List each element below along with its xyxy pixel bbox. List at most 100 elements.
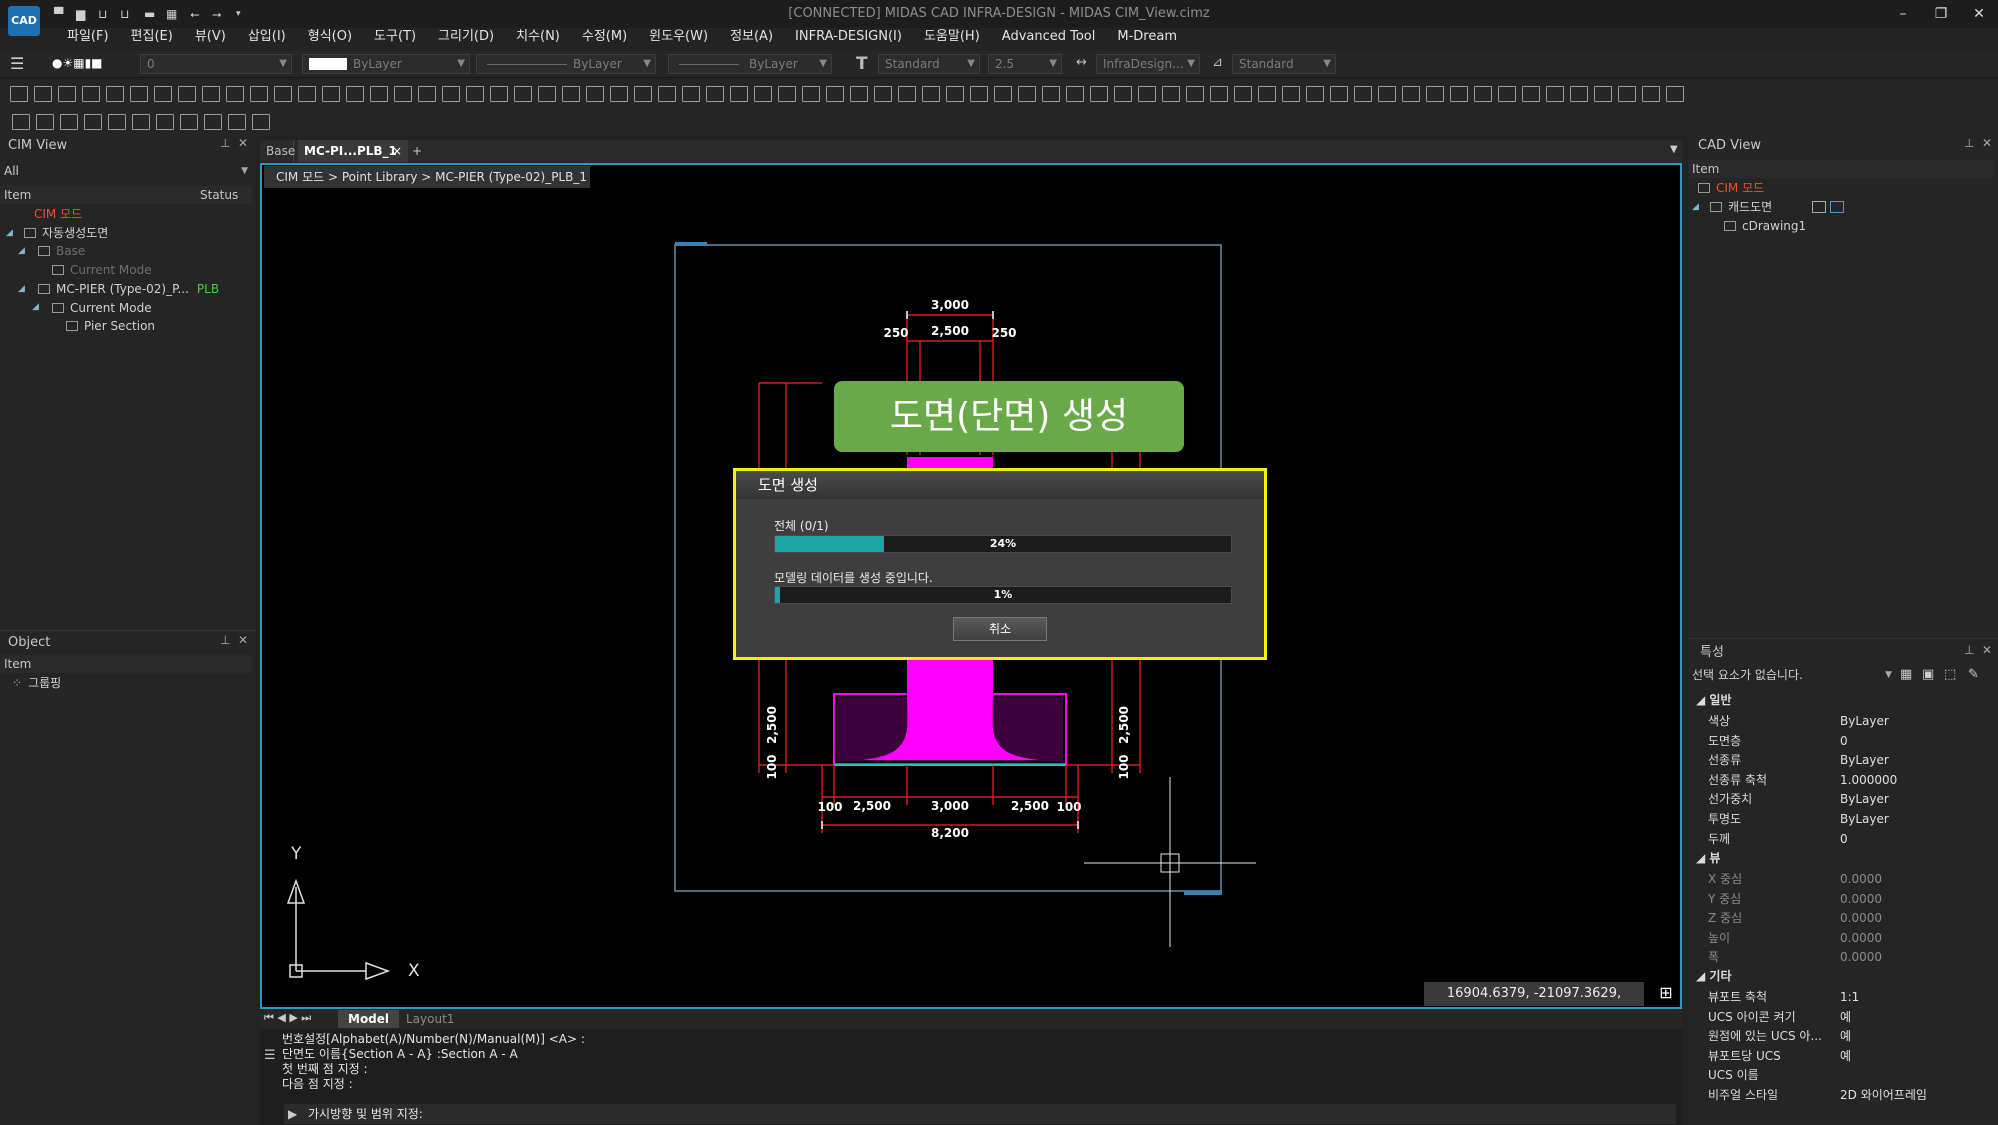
pin-icon[interactable]: ⊥	[220, 633, 230, 647]
property-row[interactable]: 선종류 축척 1.000000	[1688, 770, 1988, 790]
menu-edit[interactable]: 편집(E)	[120, 28, 184, 50]
property-row[interactable]: 도면층 0	[1688, 731, 1988, 751]
toolbar-command-icon[interactable]	[1498, 86, 1516, 102]
section-view[interactable]: ◢ 뷰	[1696, 849, 1720, 866]
toolbar-command-icon[interactable]	[1330, 86, 1348, 102]
tree-item-current-mode[interactable]: Current Mode	[52, 300, 152, 316]
menu-draw[interactable]: 그리기(D)	[427, 28, 505, 50]
property-row[interactable]: Z 중심 0.0000	[1688, 908, 1988, 928]
menu-modify[interactable]: 수정(M)	[571, 28, 638, 50]
toolbar-command-icon[interactable]	[946, 86, 964, 102]
menu-file[interactable]: 파일(F)	[56, 28, 120, 50]
object-item-grouping[interactable]: ⁘ 그룹핑	[12, 675, 61, 691]
pin-icon[interactable]: ⊥	[220, 136, 230, 150]
toolbar-command-icon[interactable]	[1522, 86, 1540, 102]
toolbar-command-icon[interactable]	[1474, 86, 1492, 102]
cad-tree-item-cim-mode[interactable]: CIM 모드	[1698, 180, 1764, 196]
toolbar-draw-icon[interactable]	[132, 114, 150, 130]
toolbar-command-icon[interactable]	[154, 86, 172, 102]
toolbar-command-icon[interactable]	[1042, 86, 1060, 102]
toolbar-command-icon[interactable]	[58, 86, 76, 102]
property-row[interactable]: 선종류 ByLayer	[1688, 750, 1988, 770]
cad-tree-item-cdrawing1[interactable]: cDrawing1	[1724, 218, 1806, 234]
toolbar-command-icon[interactable]	[1066, 86, 1084, 102]
close-icon[interactable]: ✕	[238, 633, 248, 647]
toolbar-command-icon[interactable]	[1666, 86, 1684, 102]
toolbar-command-icon[interactable]	[1234, 86, 1252, 102]
toolbar-command-icon[interactable]	[1570, 86, 1588, 102]
toolbar-command-icon[interactable]	[1354, 86, 1372, 102]
toolbar-command-icon[interactable]	[1114, 86, 1132, 102]
toolbar-command-icon[interactable]	[658, 86, 676, 102]
toolbar-command-icon[interactable]	[250, 86, 268, 102]
match-properties-icon[interactable]: ✎	[1968, 667, 1979, 682]
menu-window[interactable]: 윈도우(W)	[638, 28, 719, 50]
property-row[interactable]: 색상 ByLayer	[1688, 711, 1988, 731]
toolbar-command-icon[interactable]	[178, 86, 196, 102]
tab-list-chevron-icon[interactable]: ▼	[1670, 144, 1678, 155]
toolbar-command-icon[interactable]	[202, 86, 220, 102]
toolbar-command-icon[interactable]	[586, 86, 604, 102]
menu-help[interactable]: 도움말(H)	[913, 28, 991, 50]
tab-mc-pier[interactable]: MC-PI...PLB_1 ×	[298, 140, 408, 162]
toolbar-command-icon[interactable]	[1402, 86, 1420, 102]
property-row[interactable]: 원점에 있는 UCS 아... 예	[1688, 1026, 1988, 1046]
color-combo[interactable]: ByLayer ▼	[302, 54, 470, 74]
toolbar-command-icon[interactable]	[418, 86, 436, 102]
toolbar-draw-icon[interactable]	[108, 114, 126, 130]
property-row[interactable]: 뷰포트 축척 1:1	[1688, 987, 1988, 1007]
view-toggle-icon[interactable]	[1812, 201, 1827, 213]
close-icon[interactable]: ×	[392, 140, 402, 162]
property-row[interactable]: X 중심 0.0000	[1688, 869, 1988, 889]
pin-icon[interactable]: ⊥	[1964, 643, 1974, 657]
tree-item-cim-mode[interactable]: CIM 모드	[34, 206, 82, 222]
menu-tools[interactable]: 도구(T)	[363, 28, 427, 50]
toolbar-command-icon[interactable]	[370, 86, 388, 102]
toolbar-command-icon[interactable]	[346, 86, 364, 102]
property-row[interactable]: 두께 0	[1688, 829, 1988, 849]
toolbar-command-icon[interactable]	[1090, 86, 1108, 102]
toolbar-command-icon[interactable]	[466, 86, 484, 102]
menu-view[interactable]: 뷰(V)	[184, 28, 237, 50]
property-row[interactable]: 뷰포트당 UCS 예	[1688, 1046, 1988, 1066]
toolbar-command-icon[interactable]	[682, 86, 700, 102]
toolbar-command-icon[interactable]	[922, 86, 940, 102]
toolbar-command-icon[interactable]	[994, 86, 1012, 102]
expand-icon[interactable]: ◢	[6, 228, 13, 238]
menu-info[interactable]: 정보(A)	[719, 28, 784, 50]
breadcrumb[interactable]: CIM 모드 > Point Library > MC-PIER (Type-0…	[264, 166, 590, 188]
tab-base[interactable]: Base	[260, 140, 295, 162]
toolbar-command-icon[interactable]	[34, 86, 52, 102]
toolbar-command-icon[interactable]	[730, 86, 748, 102]
toolbar-draw-icon[interactable]	[60, 114, 78, 130]
toolbar-command-icon[interactable]	[106, 86, 124, 102]
view-grid-icon[interactable]: ⊞	[1653, 982, 1679, 1006]
layer-combo[interactable]: 0 ▼	[140, 54, 292, 74]
toolbar-command-icon[interactable]	[10, 86, 28, 102]
pin-icon[interactable]: ⊥	[1964, 136, 1974, 150]
close-button[interactable]: ✕	[1966, 3, 1992, 25]
close-icon[interactable]: ✕	[238, 136, 248, 150]
tree-item-current-mode[interactable]: Current Mode	[52, 262, 152, 278]
tree-item-auto-drawing[interactable]: 자동생성도면	[24, 225, 108, 241]
layout-nav-icons[interactable]: ⏮ ◀ ▶ ⏭	[264, 1011, 311, 1025]
property-row[interactable]: UCS 아이콘 켜기 예	[1688, 1007, 1988, 1027]
toolbar-command-icon[interactable]	[1378, 86, 1396, 102]
toolbar-command-icon[interactable]	[1258, 86, 1276, 102]
toolbar-command-icon[interactable]	[1162, 86, 1180, 102]
toolbar-command-icon[interactable]	[1210, 86, 1228, 102]
property-row[interactable]: 투명도 ByLayer	[1688, 809, 1988, 829]
toolbar-command-icon[interactable]	[394, 86, 412, 102]
command-input[interactable]: ▶ 가시방향 및 범위 지정:	[284, 1104, 1676, 1124]
toolbar-command-icon[interactable]	[1426, 86, 1444, 102]
menu-dimension[interactable]: 치수(N)	[505, 28, 571, 50]
toolbar-command-icon[interactable]	[1642, 86, 1660, 102]
tree-item-pier-section[interactable]: Pier Section	[66, 318, 155, 334]
expand-icon[interactable]: ◢	[18, 284, 25, 294]
menu-format[interactable]: 형식(O)	[297, 28, 363, 50]
toolbar-command-icon[interactable]	[1546, 86, 1564, 102]
text-height-combo[interactable]: 2.5 ▼	[988, 54, 1062, 74]
property-row[interactable]: 선가중치 ByLayer	[1688, 789, 1988, 809]
toolbar-command-icon[interactable]	[538, 86, 556, 102]
toolbar-command-icon[interactable]	[442, 86, 460, 102]
